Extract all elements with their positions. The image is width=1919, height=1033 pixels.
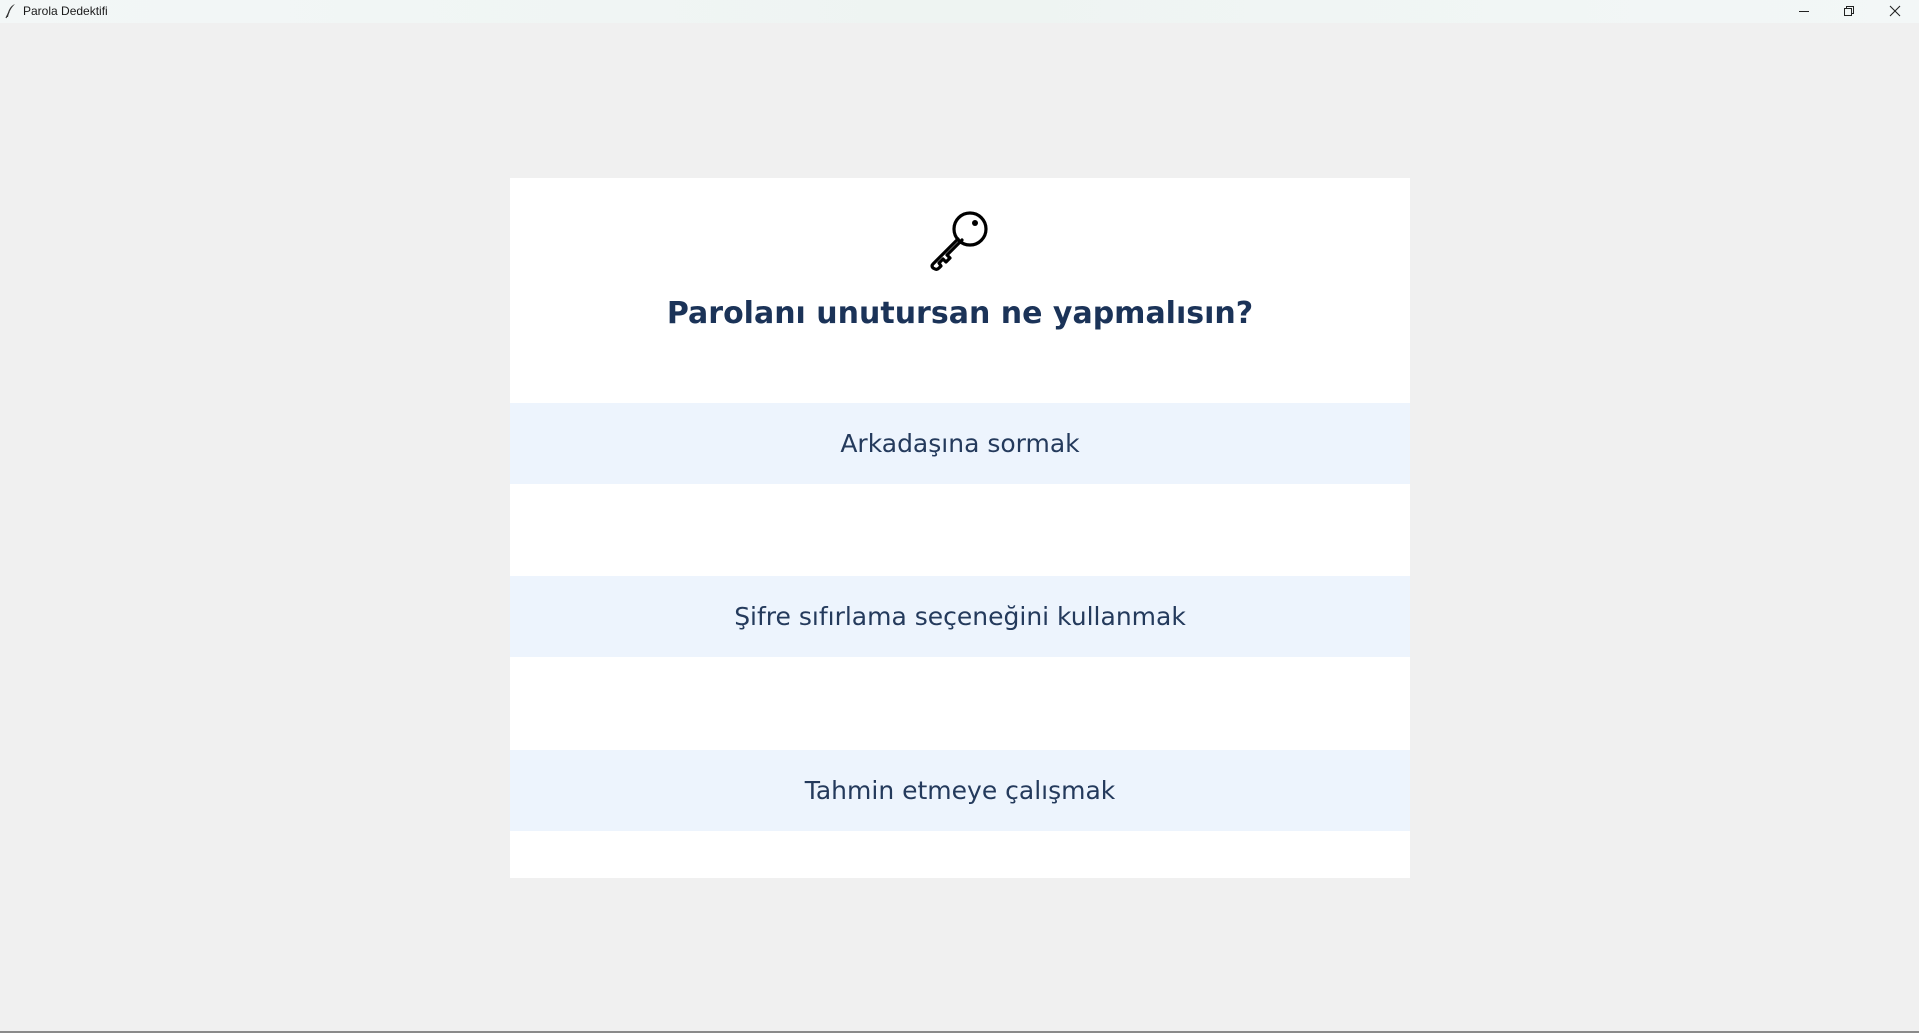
close-icon [1889,2,1901,21]
answer-option-label: Arkadaşına sormak [840,429,1080,458]
restore-icon [1843,2,1855,21]
answer-option-label: Tahmin etmeye çalışmak [804,776,1116,805]
answer-option-1[interactable]: Arkadaşına sormak [510,403,1410,484]
answer-option-2[interactable]: Şifre sıfırlama seçeneğini kullanmak [510,576,1410,657]
answer-option-label: Şifre sıfırlama seçeneğini kullanmak [734,602,1186,631]
question-text: Parolanı unutursan ne yapmalısın? [666,296,1254,331]
window-title: Parola Dedektifi [23,4,108,18]
answer-option-3[interactable]: Tahmin etmeye çalışmak [510,750,1410,831]
maximize-button[interactable] [1826,0,1872,23]
key-icon [926,207,992,273]
quiz-card: Parolanı unutursan ne yapmalısın? Arkada… [510,178,1410,878]
minimize-icon [1798,2,1810,21]
app-window: Parola Dedektifi Parolanı unutursan ne y… [0,0,1919,1033]
close-button[interactable] [1872,0,1918,23]
feather-icon [4,3,18,19]
minimize-button[interactable] [1781,0,1827,23]
title-bar[interactable]: Parola Dedektifi [0,0,1919,23]
